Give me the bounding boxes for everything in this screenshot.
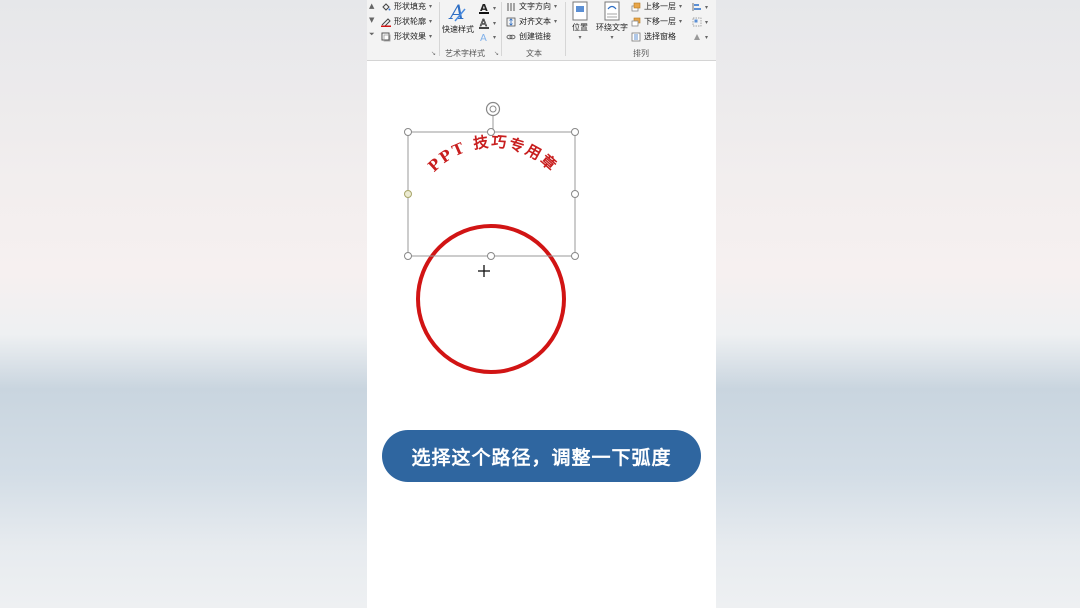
gallery-expand-icon[interactable]: ⏷: [369, 30, 375, 39]
caption-text: 选择这个路径，调整一下弧度: [411, 446, 672, 469]
group-objects-icon: [692, 17, 702, 27]
text-group-label: 文本: [526, 49, 542, 58]
position-label: 位置: [572, 23, 588, 32]
shape-effects-button[interactable]: 形状效果 ▾: [381, 31, 432, 42]
link-icon: [506, 34, 516, 39]
text-direction-button[interactable]: 文字方向 ▾: [506, 1, 557, 12]
resize-handle[interactable]: [404, 128, 412, 136]
adjust-handle[interactable]: [404, 190, 412, 198]
position-icon: [572, 1, 588, 21]
align-objects-icon: [692, 3, 701, 11]
text-direction-icon: [507, 2, 515, 11]
shape-fill-button[interactable]: 形状填充 ▾: [381, 1, 432, 12]
shape-outline-button[interactable]: 形状轮廓 ▾: [381, 16, 432, 27]
resize-handle[interactable]: [571, 190, 579, 198]
selection-pane-button[interactable]: 选择窗格: [631, 31, 676, 42]
shape-effects-label: 形状效果: [394, 32, 426, 41]
wordart-a-icon: A: [448, 1, 466, 23]
selection-pane-icon: [631, 32, 641, 41]
resize-handle[interactable]: [571, 128, 579, 136]
red-circle-shape[interactable]: [416, 224, 566, 374]
ribbon-toolbar: ▲ ▼ ⏷ 形状填充 ▾ 形状轮廓 ▾ 形状效果 ▾ ↘ A 快速样式 A ▾ A ▾: [367, 0, 716, 61]
position-button[interactable]: 位置 ▾: [571, 1, 589, 41]
quick-styles-button[interactable]: A 快速样式: [442, 1, 474, 35]
align-objects-button[interactable]: ▾: [692, 2, 708, 12]
create-link-button[interactable]: 创建链接: [506, 31, 551, 42]
text-effects-button[interactable]: A ▾: [478, 31, 496, 43]
shape-fill-label: 形状填充: [394, 2, 426, 11]
align-text-button[interactable]: 对齐文本 ▾: [506, 16, 557, 27]
document-window: ▲ ▼ ⏷ 形状填充 ▾ 形状轮廓 ▾ 形状效果 ▾ ↘ A 快速样式 A ▾ A ▾: [367, 0, 716, 608]
bring-forward-label: 上移一层: [644, 2, 676, 11]
resize-handle[interactable]: [487, 252, 495, 260]
selection-pane-label: 选择窗格: [644, 32, 676, 41]
arrange-group-label: 排列: [633, 49, 649, 58]
pen-outline-icon: [381, 17, 391, 27]
shape-outline-label: 形状轮廓: [394, 17, 426, 26]
rotate-handle-icon[interactable]: [485, 101, 501, 133]
bring-forward-icon: [631, 2, 641, 11]
text-effects-icon: A: [480, 33, 487, 43]
wrap-text-label: 环绕文字: [596, 23, 628, 32]
resize-handle[interactable]: [404, 252, 412, 260]
text-outline-button[interactable]: A ▾: [478, 17, 496, 29]
wordart-group-label: 艺术字样式: [445, 49, 485, 58]
gallery-scroll-down-icon[interactable]: ▼: [369, 16, 374, 24]
text-outline-icon: A: [479, 18, 489, 29]
send-backward-button[interactable]: 下移一层 ▾: [631, 16, 682, 27]
align-text-icon: [506, 17, 516, 26]
rotate-objects-button[interactable]: ▾: [692, 32, 708, 42]
caption-banner: 选择这个路径，调整一下弧度: [382, 430, 701, 482]
paint-bucket-icon: [382, 2, 391, 11]
shape-styles-launcher-icon[interactable]: ↘: [431, 50, 436, 57]
resize-handle[interactable]: [571, 252, 579, 260]
text-fill-button[interactable]: A ▾: [478, 2, 496, 14]
send-backward-icon: [631, 17, 641, 26]
align-text-label: 对齐文本: [519, 17, 551, 26]
wordart-text-path: PPT 技巧专用章: [424, 133, 559, 176]
rotate-icon: [694, 34, 700, 40]
shape-effects-icon: [381, 32, 391, 41]
group-objects-button[interactable]: ▾: [692, 17, 708, 27]
send-backward-label: 下移一层: [644, 17, 676, 26]
gallery-scroll-up-icon[interactable]: ▲: [369, 2, 374, 10]
wordart-launcher-icon[interactable]: ↘: [494, 50, 499, 57]
bring-forward-button[interactable]: 上移一层 ▾: [631, 1, 682, 12]
text-fill-icon: A: [479, 3, 489, 14]
create-link-label: 创建链接: [519, 32, 551, 41]
wrap-text-icon: [604, 1, 620, 21]
move-cursor-icon: [478, 265, 490, 277]
quick-styles-label: 快速样式: [442, 25, 474, 34]
canvas: PPT 技巧专用章: [404, 101, 579, 374]
wordart-text[interactable]: PPT 技巧专用章: [424, 133, 561, 176]
wrap-text-button[interactable]: 环绕文字 ▾: [596, 1, 628, 41]
svg-text:A: A: [480, 33, 487, 43]
text-direction-label: 文字方向: [519, 2, 551, 11]
